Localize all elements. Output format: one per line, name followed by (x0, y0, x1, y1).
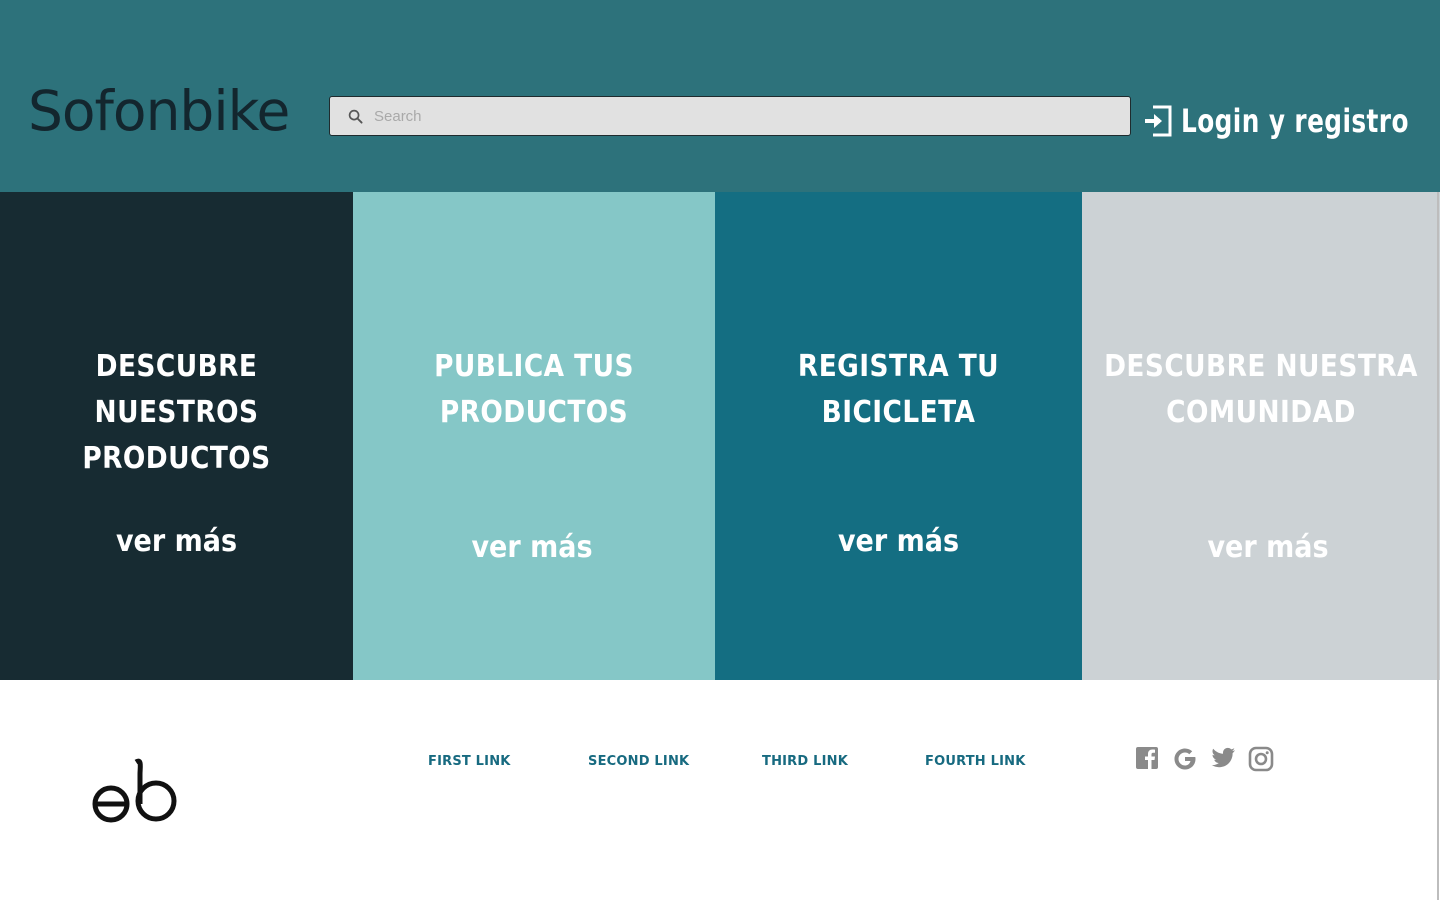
panel-title-line: PRODUCTOS (82, 441, 271, 476)
sign-in-icon (1143, 104, 1173, 138)
login-register-label: Login y registro (1181, 102, 1409, 140)
panel-title-line: BICICLETA (821, 395, 976, 430)
login-register-button[interactable]: Login y registro (1143, 96, 1440, 146)
instagram-icon[interactable] (1248, 746, 1274, 772)
search-icon (346, 107, 364, 125)
panel-register-bike[interactable]: REGISTRA TU BICICLETA ver más (715, 192, 1082, 680)
see-more-link[interactable]: ver más (733, 524, 1063, 559)
panel-title: DESCUBRE NUESTROS PRODUCTOS (21, 344, 332, 482)
footer-link-fourth[interactable]: FOURTH LINK (925, 754, 1025, 769)
brand-logo[interactable]: Sofonbike (28, 74, 290, 148)
panel-publish-products[interactable]: PUBLICA TUS PRODUCTOS ver más (353, 192, 715, 680)
panel-title-line: PUBLICA TUS (434, 349, 634, 384)
footer-link-second[interactable]: SECOND LINK (588, 754, 689, 769)
site-footer: FIRST LINK SECOND LINK THIRD LINK FOURTH… (0, 680, 1440, 900)
footer-bike-logo[interactable] (92, 758, 178, 824)
see-more-link[interactable]: ver más (367, 530, 696, 565)
panel-title-line: PRODUCTOS (439, 395, 629, 430)
google-icon[interactable] (1172, 746, 1198, 772)
panel-title-line: DESCUBRE NUESTRA (1104, 349, 1418, 384)
panel-discover-community[interactable]: DESCUBRE NUESTRA COMUNIDAD ver más (1082, 192, 1440, 680)
search-input[interactable] (374, 97, 1130, 135)
see-more-link[interactable]: ver más (18, 524, 336, 559)
footer-link-first[interactable]: FIRST LINK (428, 754, 511, 769)
panel-title: DESCUBRE NUESTRA COMUNIDAD (1103, 344, 1418, 436)
feature-panels: DESCUBRE NUESTROS PRODUCTOS ver más PUBL… (0, 192, 1440, 680)
search-bar[interactable] (329, 96, 1131, 136)
footer-link-third[interactable]: THIRD LINK (762, 754, 848, 769)
panel-title-line: REGISTRA TU (797, 349, 1000, 384)
see-more-link[interactable]: ver más (1113, 530, 1423, 565)
panel-title: REGISTRA TU BICICLETA (737, 344, 1060, 436)
facebook-icon[interactable] (1135, 746, 1161, 772)
scrollbar-edge (1437, 192, 1439, 900)
panel-title-line: COMUNIDAD (1166, 395, 1356, 430)
twitter-icon[interactable] (1210, 746, 1236, 772)
panel-title-line: DESCUBRE NUESTROS (94, 349, 259, 430)
panel-title: PUBLICA TUS PRODUCTOS (375, 344, 694, 436)
panel-discover-products[interactable]: DESCUBRE NUESTROS PRODUCTOS ver más (0, 192, 353, 680)
site-header: Sofonbike Login y registro (0, 0, 1440, 192)
